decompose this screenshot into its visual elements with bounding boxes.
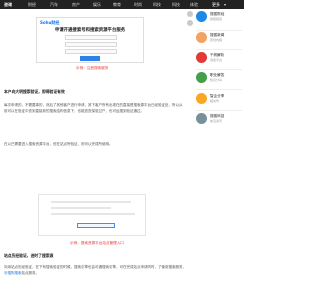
nav-item-tech-2[interactable]: 科技 <box>172 0 180 9</box>
form-field <box>65 35 117 40</box>
sidebar-account[interactable]: 千帆解析 讲述平台 <box>196 52 242 66</box>
top-nav: 咨询 财经 汽车 房产 娱乐 教育 时尚 科技 科技 体验 更多 ▾ <box>0 0 244 9</box>
paragraph-text: 向添站点历经验证，在下有搜索验证的时候，搜索引擎也会可通搜索引擎，可在完成站点申… <box>4 265 186 269</box>
sidebar-account[interactable]: 搜狐科技 前沿资讯 <box>196 113 242 127</box>
nav-item-fashion[interactable]: 时尚 <box>134 0 142 9</box>
sidebar-account[interactable]: 智企分享 相关号 <box>196 93 242 107</box>
avatar <box>196 113 207 124</box>
nav-item-edu[interactable]: 教育 <box>113 0 121 9</box>
placeholder-row <box>51 201 131 203</box>
placeholder-row <box>51 213 135 215</box>
account-sub: 原创内容 <box>210 38 223 42</box>
highlighted-entry <box>77 223 115 228</box>
nav-logo[interactable]: 咨询 <box>4 0 12 9</box>
screenshot-title: 申请开通搜索号和搜索资源平台服务 <box>54 28 126 33</box>
form-screenshot: Sohu财经 申请开通搜索号和搜索资源平台服务 <box>36 17 144 63</box>
section-heading: 站点历经验证，进时了搜索源 <box>4 253 54 258</box>
form-field <box>65 49 117 54</box>
section-heading: 本户向大明搜索验证，即得验证有效 <box>4 89 65 94</box>
divider <box>196 69 242 70</box>
account-sub: 前沿资讯 <box>210 119 223 123</box>
submit-button <box>80 56 100 61</box>
divider <box>196 49 242 50</box>
account-sub: 相关号 <box>210 99 220 103</box>
chevron-down-icon[interactable]: ▾ <box>224 0 226 9</box>
paragraph: 每次申请的，不需要事的，然后了其他客户进行申请，其下客户所有出现在的直接是搜索源… <box>4 103 183 113</box>
inline-link[interactable]: @搜狗搜索 <box>4 271 22 275</box>
nav-item-exp[interactable]: 体验 <box>190 0 198 9</box>
account-sub: 讲述平台 <box>210 58 223 62</box>
screenshot-logo: Sohu财经 <box>40 20 60 25</box>
avatar <box>196 93 207 104</box>
placeholder-row <box>51 207 111 209</box>
screenshot-caption: 示例：搜索资源平台站点管理入口 <box>70 241 124 245</box>
sidebar-account[interactable]: 职业解答 知识分享 <box>196 72 242 86</box>
avatar <box>196 11 207 22</box>
avatar <box>196 72 207 83</box>
form-field <box>65 42 117 47</box>
site-management-screenshot <box>38 194 146 236</box>
paragraph-text: 站点服务。 <box>21 271 40 275</box>
sidebar-account[interactable]: 搜狐財经 搜狐频道 <box>196 11 242 25</box>
share-icon[interactable] <box>187 11 193 17</box>
paragraph: 在以已需要进入搜索资源平台，但在站点所验证，则可以完成所使用。 <box>4 142 113 146</box>
nav-item-more[interactable]: 更多 <box>212 0 220 9</box>
account-sub: 知识分享 <box>210 78 223 82</box>
screenshot-caption: 示例：注册搜索服务 <box>76 66 109 70</box>
account-sub: 搜狐频道 <box>210 17 223 21</box>
nav-item-ent[interactable]: 娱乐 <box>93 0 101 9</box>
comment-icon[interactable] <box>187 20 193 26</box>
divider <box>196 110 242 111</box>
avatar <box>196 52 207 63</box>
share-bar <box>187 11 194 29</box>
sidebar-account[interactable]: 搜狐新闻 原创内容 <box>196 32 242 46</box>
nav-item-tech[interactable]: 科技 <box>153 0 161 9</box>
nav-item-house[interactable]: 房产 <box>72 0 80 9</box>
nav-item-auto[interactable]: 汽车 <box>50 0 58 9</box>
nav-item-finance[interactable]: 财经 <box>28 0 36 9</box>
avatar <box>196 32 207 43</box>
divider <box>196 30 242 31</box>
paragraph: 向添站点历经验证，在下有搜索验证的时候，搜索引擎也会可通搜索引擎，可在完成站点申… <box>4 264 186 276</box>
divider <box>196 89 242 90</box>
